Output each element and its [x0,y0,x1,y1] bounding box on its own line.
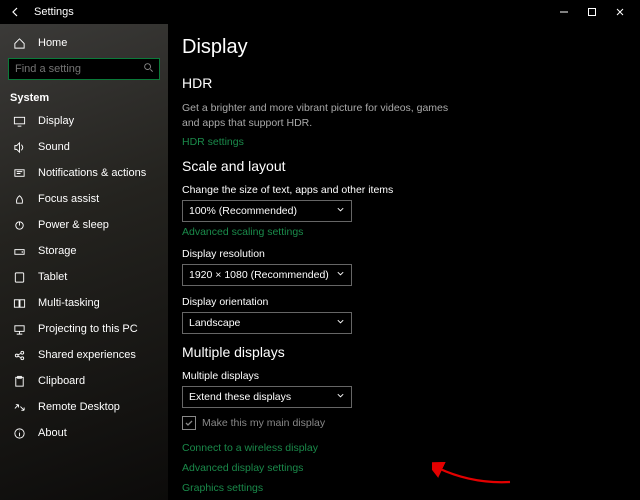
graphics-settings-link[interactable]: Graphics settings [182,482,626,494]
page-title: Display [182,36,626,59]
hdr-heading: HDR [182,75,626,91]
sidebar-item-display[interactable]: Display [6,108,162,134]
window-title: Settings [34,6,74,18]
chevron-down-icon [336,205,345,217]
sidebar-item-clipboard[interactable]: Clipboard [6,368,162,394]
multitask-icon [10,297,28,310]
sidebar-item-label: Clipboard [38,375,85,387]
search-input[interactable] [8,58,160,80]
sidebar-item-label: Focus assist [38,193,99,205]
sidebar-section: System [6,86,162,108]
sidebar-item-label: Storage [38,245,77,257]
hdr-settings-link[interactable]: HDR settings [182,136,626,148]
main-display-checkbox-row[interactable]: Make this my main display [182,416,626,430]
sidebar-item-label: About [38,427,67,439]
wireless-display-link[interactable]: Connect to a wireless display [182,442,626,454]
sidebar-item-storage[interactable]: Storage [6,238,162,264]
scale-select[interactable]: 100% (Recommended) [182,200,352,222]
project-icon [10,323,28,336]
chevron-down-icon [336,269,345,281]
focus-icon [10,193,28,206]
power-icon [10,219,28,232]
clipboard-icon [10,375,28,388]
multiple-select[interactable]: Extend these displays [182,386,352,408]
tablet-icon [10,271,28,284]
multiple-label: Multiple displays [182,370,626,382]
sidebar-item-tablet[interactable]: Tablet [6,264,162,290]
home-icon [10,37,28,50]
main-display-label: Make this my main display [202,417,325,429]
sidebar-item-label: Tablet [38,271,67,283]
orientation-value: Landscape [189,317,240,329]
resolution-value: 1920 × 1080 (Recommended) [189,269,329,281]
close-button[interactable] [606,0,634,24]
hdr-description: Get a brighter and more vibrant picture … [182,101,462,130]
maximize-button[interactable] [578,0,606,24]
checkbox-icon [182,416,196,430]
sidebar-item-label: Sound [38,141,70,153]
main-content: Display HDR Get a brighter and more vibr… [168,24,640,500]
sidebar-item-about[interactable]: About [6,420,162,446]
sidebar-home[interactable]: Home [6,30,162,56]
sound-icon [10,141,28,154]
sidebar-item-label: Display [38,115,74,127]
search-icon [143,62,154,76]
about-icon [10,427,28,440]
advanced-display-link[interactable]: Advanced display settings [182,462,626,474]
advanced-scaling-link[interactable]: Advanced scaling settings [182,226,626,238]
sidebar-item-notifications[interactable]: Notifications & actions [6,160,162,186]
sidebar-item-multitasking[interactable]: Multi-tasking [6,290,162,316]
sidebar-item-label: Shared experiences [38,349,136,361]
scale-value: 100% (Recommended) [189,205,297,217]
multiple-heading: Multiple displays [182,344,626,360]
multiple-value: Extend these displays [189,391,291,403]
notifications-icon [10,167,28,180]
sidebar-item-label: Notifications & actions [38,167,146,179]
remote-icon [10,401,28,414]
resolution-label: Display resolution [182,248,626,260]
scale-label: Change the size of text, apps and other … [182,184,626,196]
sidebar-item-label: Power & sleep [38,219,109,231]
sidebar-item-sound[interactable]: Sound [6,134,162,160]
sidebar-home-label: Home [38,37,67,49]
sidebar-item-projecting[interactable]: Projecting to this PC [6,316,162,342]
orientation-select[interactable]: Landscape [182,312,352,334]
shared-icon [10,349,28,362]
sidebar-item-label: Remote Desktop [38,401,120,413]
back-button[interactable] [6,6,26,18]
sidebar-item-power[interactable]: Power & sleep [6,212,162,238]
scale-heading: Scale and layout [182,158,626,174]
storage-icon [10,245,28,258]
minimize-button[interactable] [550,0,578,24]
sidebar-item-shared[interactable]: Shared experiences [6,342,162,368]
resolution-select[interactable]: 1920 × 1080 (Recommended) [182,264,352,286]
sidebar-item-focus[interactable]: Focus assist [6,186,162,212]
chevron-down-icon [336,391,345,403]
orientation-label: Display orientation [182,296,626,308]
sidebar-item-label: Projecting to this PC [38,323,138,335]
display-icon [10,115,28,128]
sidebar-item-remote[interactable]: Remote Desktop [6,394,162,420]
sidebar: Home System Display Sound Notifications … [0,24,168,500]
chevron-down-icon [336,317,345,329]
sidebar-item-label: Multi-tasking [38,297,100,309]
